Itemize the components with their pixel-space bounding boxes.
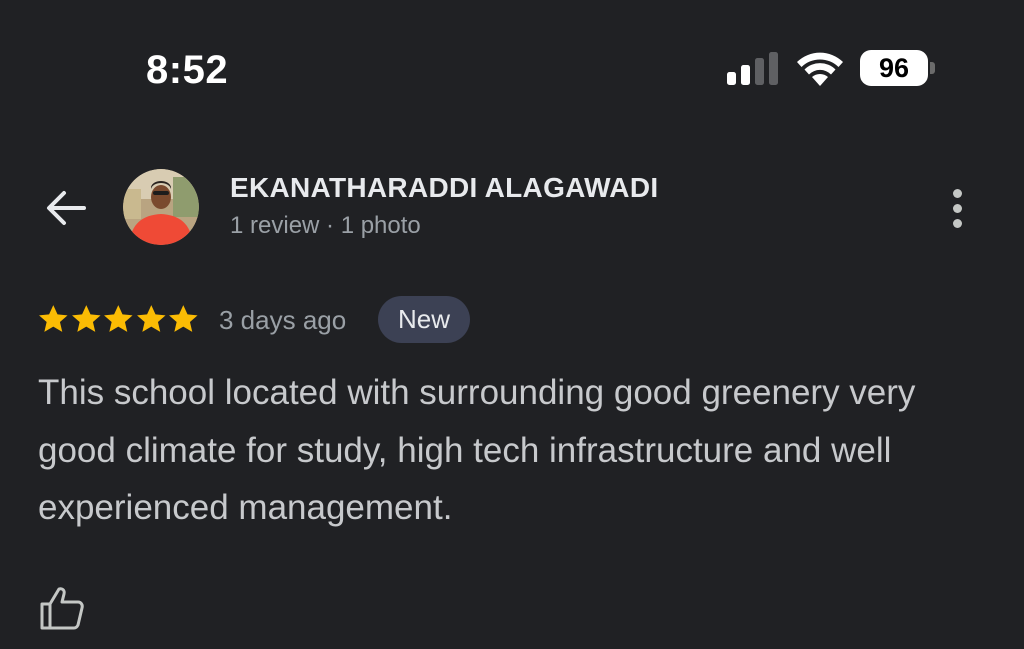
status-time: 8:52 [146, 48, 229, 92]
back-button[interactable] [40, 182, 92, 234]
status-bar: 8:52 96 [0, 0, 1024, 130]
reviewer-avatar[interactable] [123, 169, 199, 245]
more-vertical-icon [952, 188, 962, 198]
cellular-signal-icon [727, 52, 778, 85]
reviewer-name[interactable]: EKANATHARADDI ALAGAWADI [230, 170, 658, 206]
star-icon [169, 305, 198, 332]
star-rating [37, 302, 200, 338]
new-badge: New [378, 296, 471, 343]
wifi-icon [797, 52, 843, 86]
more-options-button[interactable] [934, 182, 980, 234]
star-icon [39, 305, 68, 332]
review-date: 3 days ago [219, 305, 347, 335]
star-icon [71, 305, 101, 332]
battery-cap [930, 62, 935, 74]
more-vertical-icon-dot [952, 218, 962, 228]
star-icon [136, 305, 166, 332]
battery-icon: 96 [860, 50, 940, 86]
star-icon [104, 305, 133, 332]
more-vertical-icon-dot [952, 203, 962, 213]
reviewer-meta: 1 review · 1 photo [230, 212, 421, 239]
thumbs-up-icon[interactable] [38, 585, 86, 631]
arrow-left-icon [47, 191, 86, 225]
battery-level: 96 [860, 50, 928, 86]
review-text: This school located with surrounding goo… [38, 373, 916, 527]
